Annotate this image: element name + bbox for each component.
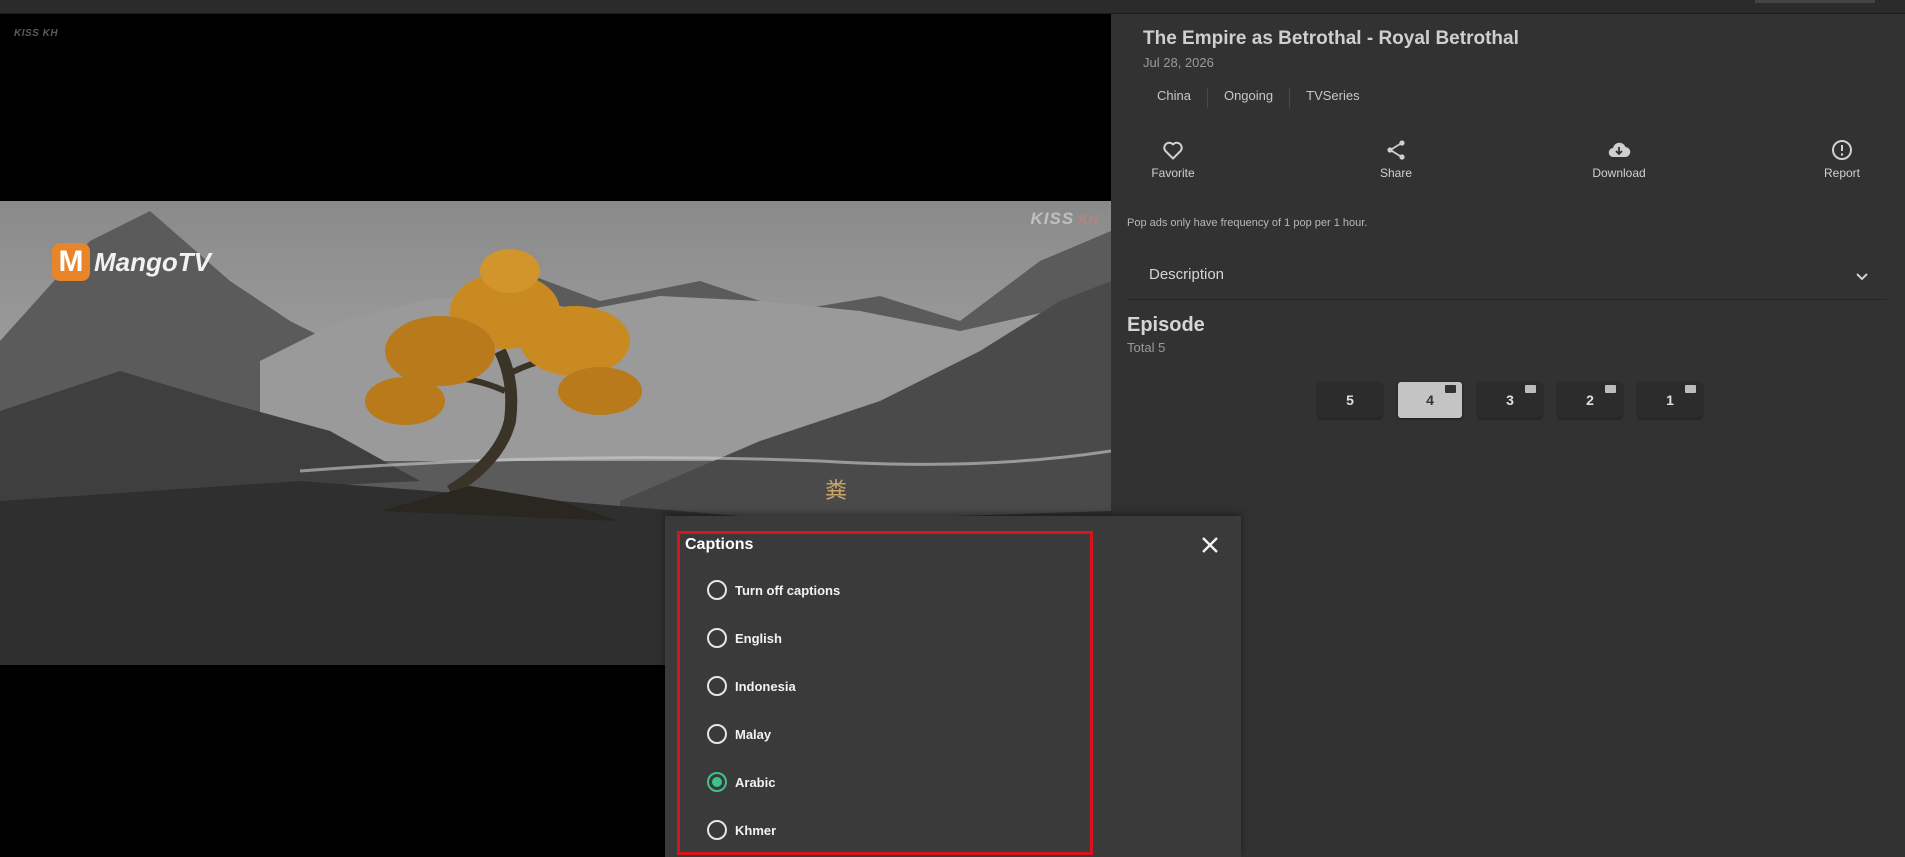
tag-country[interactable]: China [1141,88,1208,108]
share-button[interactable]: Share [1351,138,1441,180]
radio-button-selected[interactable] [707,772,727,792]
ads-notice: Pop ads only have frequency of 1 pop per… [1127,217,1368,229]
mangotv-logo: M MangoTV [52,243,211,281]
episode-number: 3 [1506,392,1514,408]
caption-option-label: Indonesia [735,678,796,694]
captions-menu: Captions Turn off captions English Indon… [665,516,1241,857]
tag-type[interactable]: TVSeries [1290,88,1375,108]
radio-button[interactable] [707,676,727,696]
cloud-download-icon [1608,142,1631,158]
favorite-button[interactable]: Favorite [1128,138,1218,180]
player-mini-logo: KISS KH [14,28,59,39]
kiss-watermark-sub: KH [1078,212,1099,227]
cc-badge-icon [1685,385,1696,393]
caption-option-english[interactable]: English [707,628,782,648]
alert-circle-icon [1832,140,1852,160]
kiss-watermark-main: KISS [1030,209,1075,228]
share-label: Share [1379,166,1413,180]
tag-status[interactable]: Ongoing [1208,88,1291,108]
show-title: The Empire as Betrothal - Royal Betrotha… [1143,28,1519,49]
caption-option-arabic[interactable]: Arabic [707,772,775,792]
mangotv-logo-mark: M [52,243,90,281]
caption-option-label: Turn off captions [735,582,841,598]
caption-option-off[interactable]: Turn off captions [707,580,840,600]
heart-icon [1163,141,1183,160]
kiss-watermark: KISS KH [1031,209,1099,229]
calligraphy-seal: 粪 [825,479,848,504]
top-bar-segment [1755,0,1875,3]
report-button[interactable]: Report [1797,138,1887,180]
episode-button-1[interactable]: 1 [1638,382,1702,418]
episode-button-4[interactable]: 4 [1398,382,1462,418]
episode-number: 2 [1586,392,1594,408]
episode-number: 5 [1346,392,1354,408]
caption-option-khmer[interactable]: Khmer [707,820,776,840]
radio-button[interactable] [707,820,727,840]
episode-button-5[interactable]: 5 [1318,382,1382,418]
episode-heading: Episode [1127,314,1205,336]
episode-total: Total 5 [1127,340,1166,355]
episode-button-3[interactable]: 3 [1478,382,1542,418]
close-icon[interactable] [1198,533,1222,557]
favorite-label: Favorite [1151,166,1195,180]
episode-number: 4 [1426,392,1434,408]
caption-option-label: Arabic [735,774,776,790]
description-label: Description [1149,266,1225,283]
download-button[interactable]: Download [1574,138,1664,180]
description-accordion[interactable]: Description [1127,256,1887,300]
radio-button[interactable] [707,628,727,648]
caption-option-label: Khmer [735,822,777,838]
captions-title: Captions [685,536,754,553]
share-icon [1387,140,1405,160]
cc-badge-icon [1445,385,1456,393]
download-label: Download [1592,166,1646,180]
action-bar: Favorite Share Download Report [1111,138,1905,190]
episode-list: 5 4 3 2 1 [1318,382,1702,418]
episode-number: 1 [1666,392,1674,408]
radio-button[interactable] [707,724,727,744]
caption-option-label: Malay [735,726,772,742]
caption-option-indonesia[interactable]: Indonesia [707,676,796,696]
caption-option-label: English [735,630,782,646]
chevron-down-icon [1856,273,1868,281]
release-date: Jul 28, 2026 [1143,55,1214,70]
mangotv-logo-text: MangoTV [94,246,211,277]
radio-button[interactable] [707,580,727,600]
report-label: Report [1823,166,1861,180]
cc-badge-icon [1525,385,1536,393]
cc-badge-icon [1605,385,1616,393]
tag-list: China Ongoing TVSeries [1141,88,1376,108]
top-bar [0,0,1905,14]
caption-option-malay[interactable]: Malay [707,724,771,744]
episode-button-2[interactable]: 2 [1558,382,1622,418]
